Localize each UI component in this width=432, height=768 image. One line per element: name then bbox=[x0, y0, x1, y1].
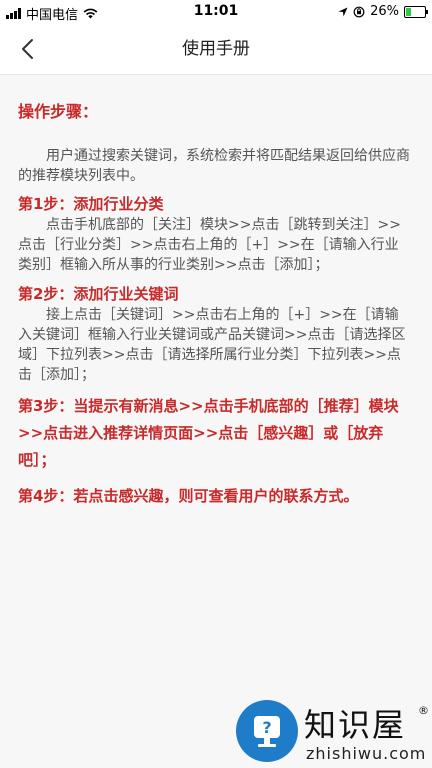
rotation-lock-icon bbox=[353, 6, 365, 17]
step-4: 第4步：若点击感兴趣，则可查看用户的联系方式。 bbox=[18, 487, 359, 505]
status-right: 26% bbox=[338, 4, 428, 19]
registered-mark: ® bbox=[418, 704, 429, 717]
battery-percent: 26% bbox=[370, 4, 399, 19]
nav-bar: 使用手册 bbox=[0, 24, 432, 75]
step-text: 接上点击［关键词］>>点击右上角的［+］>>在［请输入关键词］框输入行业关键词或… bbox=[18, 307, 406, 383]
watermark-url: zhishiwu.com bbox=[306, 744, 427, 763]
watermark-logo: ? 知识屋 ® zhishiwu.com bbox=[232, 700, 432, 768]
help-monitor-icon: ? bbox=[236, 700, 298, 762]
manual-content: 操作步骤： 用户通过搜索关键词，系统检索并将匹配结果返回给供应商的推荐模块列表中… bbox=[18, 100, 412, 519]
step-2: 第2步：添加行业关键词 接上点击［关键词］>>点击右上角的［+］>>在［请输入关… bbox=[18, 283, 412, 385]
step-3: 第3步：当提示有新消息>>点击手机底部的［推荐］模块>>点击进入推荐详情页面>>… bbox=[18, 397, 399, 469]
section-heading: 操作步骤： bbox=[18, 102, 99, 121]
step-1: 第1步：添加行业分类 点击手机底部的［关注］模块>>点击［跳转到关注］>>点击［… bbox=[18, 193, 412, 275]
step-title: 第2步：添加行业关键词 bbox=[18, 285, 179, 303]
battery-icon bbox=[404, 5, 428, 18]
chevron-left-icon bbox=[22, 39, 33, 59]
svg-text:?: ? bbox=[262, 718, 271, 737]
watermark-name: 知识屋 bbox=[304, 706, 407, 744]
back-button[interactable] bbox=[12, 34, 42, 64]
intro-text: 用户通过搜索关键词，系统检索并将匹配结果返回给供应商的推荐模块列表中。 bbox=[18, 148, 410, 184]
status-bar: 中国电信 11:01 26% bbox=[0, 0, 432, 24]
page-title: 使用手册 bbox=[182, 39, 250, 59]
step-text: 点击手机底部的［关注］模块>>点击［跳转到关注］>>点击［行业分类］>>点击右上… bbox=[18, 217, 401, 273]
step-title: 第1步：添加行业分类 bbox=[18, 195, 164, 213]
location-arrow-icon bbox=[338, 7, 348, 16]
